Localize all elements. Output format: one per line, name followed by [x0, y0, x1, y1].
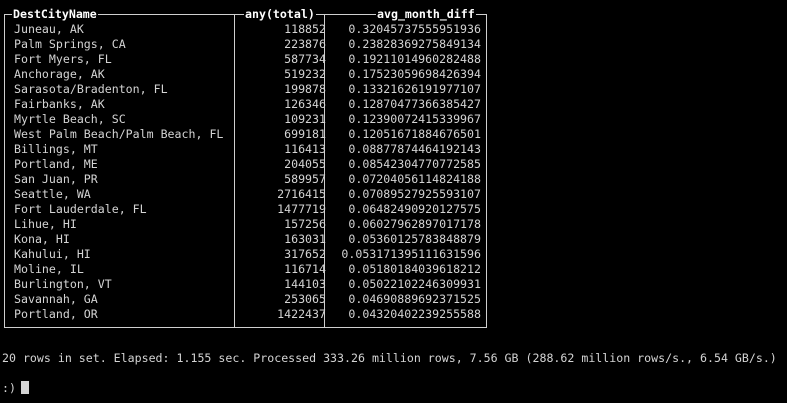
avg-month-diff-cell: 0.12051671884676501 — [348, 127, 481, 141]
any-total-cell: 589957 — [284, 172, 326, 186]
any-total-cell: 109231 — [284, 112, 326, 126]
table-row: San Juan, PR 589957 0.07204056114824188 — [4, 172, 487, 187]
query-result-table: DestCityName any(total) avg_month_diff J… — [4, 7, 487, 328]
table-row: Lihue, HI 157256 0.06027962897017178 — [4, 217, 487, 232]
table-row: Kahului, HI 317652 0.053171395111631596 — [4, 247, 487, 262]
any-total-cell: 144103 — [284, 277, 326, 291]
text-cursor — [20, 381, 29, 394]
table-row: West Palm Beach/Palm Beach, FL 699181 0.12… — [4, 127, 487, 142]
dest-city-cell: Lihue, HI — [14, 217, 77, 231]
any-total-cell: 116413 — [284, 142, 326, 156]
avg-month-diff-cell: 0.05180184039618212 — [348, 262, 481, 276]
table-row: Burlington, VT 144103 0.05022102246309931 — [4, 277, 487, 292]
dest-city-cell: Portland, ME — [14, 157, 98, 171]
any-total-cell: 519232 — [284, 67, 326, 81]
avg-month-diff-cell: 0.08877874464192143 — [348, 142, 481, 156]
any-total-cell: 118852 — [284, 22, 326, 36]
table-row: Juneau, AK 118852 0.32045737555951936 — [4, 22, 487, 37]
column-header-any-total: any(total) — [244, 7, 316, 22]
dest-city-cell: Anchorage, AK — [14, 67, 105, 81]
any-total-cell: 204055 — [284, 157, 326, 171]
any-total-cell: 699181 — [284, 127, 326, 141]
avg-month-diff-cell: 0.05022102246309931 — [348, 277, 481, 291]
any-total-cell: 2716415 — [277, 187, 326, 201]
table-row: Portland, ME 204055 0.08542304770772585 — [4, 157, 487, 172]
avg-month-diff-cell: 0.17523059698426394 — [348, 67, 481, 81]
table-row: Seattle, WA 2716415 0.07089527925593107 — [4, 187, 487, 202]
table-row: Kona, HI 163031 0.05360125783848879 — [4, 232, 487, 247]
dest-city-cell: Moline, IL — [14, 262, 84, 276]
avg-month-diff-cell: 0.08542304770772585 — [348, 157, 481, 171]
dest-city-cell: Sarasota/Bradenton, FL — [14, 82, 168, 96]
any-total-cell: 157256 — [284, 217, 326, 231]
terminal-window[interactable]: DestCityName any(total) avg_month_diff J… — [0, 0, 787, 403]
dest-city-cell: Kahului, HI — [14, 247, 91, 261]
table-row: Anchorage, AK 519232 0.17523059698426394 — [4, 67, 487, 82]
dest-city-cell: Seattle, WA — [14, 187, 91, 201]
avg-month-diff-cell: 0.07204056114824188 — [348, 172, 481, 186]
any-total-cell: 1422437 — [277, 307, 326, 321]
avg-month-diff-cell: 0.13321626191977107 — [348, 82, 481, 96]
table-row: Savannah, GA 253065 0.04690889692371525 — [4, 292, 487, 307]
avg-month-diff-cell: 0.19211014960282488 — [348, 52, 481, 66]
table-row: Portland, OR 1422437 0.04320402239255588 — [4, 307, 487, 322]
table-row: Palm Springs, CA 223876 0.2382836927584913… — [4, 37, 487, 52]
dest-city-cell: Myrtle Beach, SC — [14, 112, 126, 126]
dest-city-cell: Fort Lauderdale, FL — [14, 202, 147, 216]
dest-city-cell: West Palm Beach/Palm Beach, FL — [14, 127, 224, 141]
avg-month-diff-cell: 0.12870477366385427 — [348, 97, 481, 111]
avg-month-diff-cell: 0.06482490920127575 — [348, 202, 481, 216]
table-row: Fort Myers, FL 587734 0.19211014960282488 — [4, 52, 487, 67]
query-status: 20 rows in set. Elapsed: 1.155 sec. Proc… — [2, 351, 777, 365]
avg-month-diff-cell: 0.23828369275849134 — [348, 37, 481, 51]
column-header-dest-city: DestCityName — [12, 7, 98, 22]
avg-month-diff-cell: 0.05360125783848879 — [348, 232, 481, 246]
table-body: Juneau, AK 118852 0.32045737555951936 Palm … — [4, 22, 487, 322]
avg-month-diff-cell: 0.12390072415339967 — [348, 112, 481, 126]
any-total-cell: 317652 — [284, 247, 326, 261]
avg-month-diff-cell: 0.32045737555951936 — [348, 22, 481, 36]
dest-city-cell: Juneau, AK — [14, 22, 84, 36]
avg-month-diff-cell: 0.06027962897017178 — [348, 217, 481, 231]
dest-city-cell: Savannah, GA — [14, 292, 98, 306]
any-total-cell: 126346 — [284, 97, 326, 111]
dest-city-cell: Fairbanks, AK — [14, 97, 105, 111]
column-header-avg-month-diff: avg_month_diff — [376, 7, 476, 22]
any-total-cell: 199878 — [284, 82, 326, 96]
dest-city-cell: Kona, HI — [14, 232, 70, 246]
table-row: Billings, MT 116413 0.08877874464192143 — [4, 142, 487, 157]
dest-city-cell: San Juan, PR — [14, 172, 98, 186]
table-row: Fairbanks, AK 126346 0.12870477366385427 — [4, 97, 487, 112]
table-row: Fort Lauderdale, FL 1477719 0.064824909201… — [4, 202, 487, 217]
any-total-cell: 587734 — [284, 52, 326, 66]
any-total-cell: 116714 — [284, 262, 326, 276]
any-total-cell: 253065 — [284, 292, 326, 306]
avg-month-diff-cell: 0.04690889692371525 — [348, 292, 481, 306]
table-border-bottom — [4, 327, 487, 328]
dest-city-cell: Burlington, VT — [14, 277, 112, 291]
dest-city-cell: Billings, MT — [14, 142, 98, 156]
table-row: Sarasota/Bradenton, FL 199878 0.1332162619… — [4, 82, 487, 97]
dest-city-cell: Fort Myers, FL — [14, 52, 112, 66]
avg-month-diff-cell: 0.04320402239255588 — [348, 307, 481, 321]
any-total-cell: 223876 — [284, 37, 326, 51]
table-row: Myrtle Beach, SC 109231 0.1239007241533996… — [4, 112, 487, 127]
dest-city-cell: Palm Springs, CA — [14, 37, 126, 51]
dest-city-cell: Portland, OR — [14, 307, 98, 321]
command-prompt[interactable]: :) — [2, 381, 29, 396]
any-total-cell: 163031 — [284, 232, 326, 246]
prompt-symbol: :) — [2, 381, 16, 395]
avg-month-diff-cell: 0.07089527925593107 — [348, 187, 481, 201]
table-row: Moline, IL 116714 0.05180184039618212 — [4, 262, 487, 277]
any-total-cell: 1477719 — [277, 202, 326, 216]
avg-month-diff-cell: 0.053171395111631596 — [341, 247, 481, 261]
